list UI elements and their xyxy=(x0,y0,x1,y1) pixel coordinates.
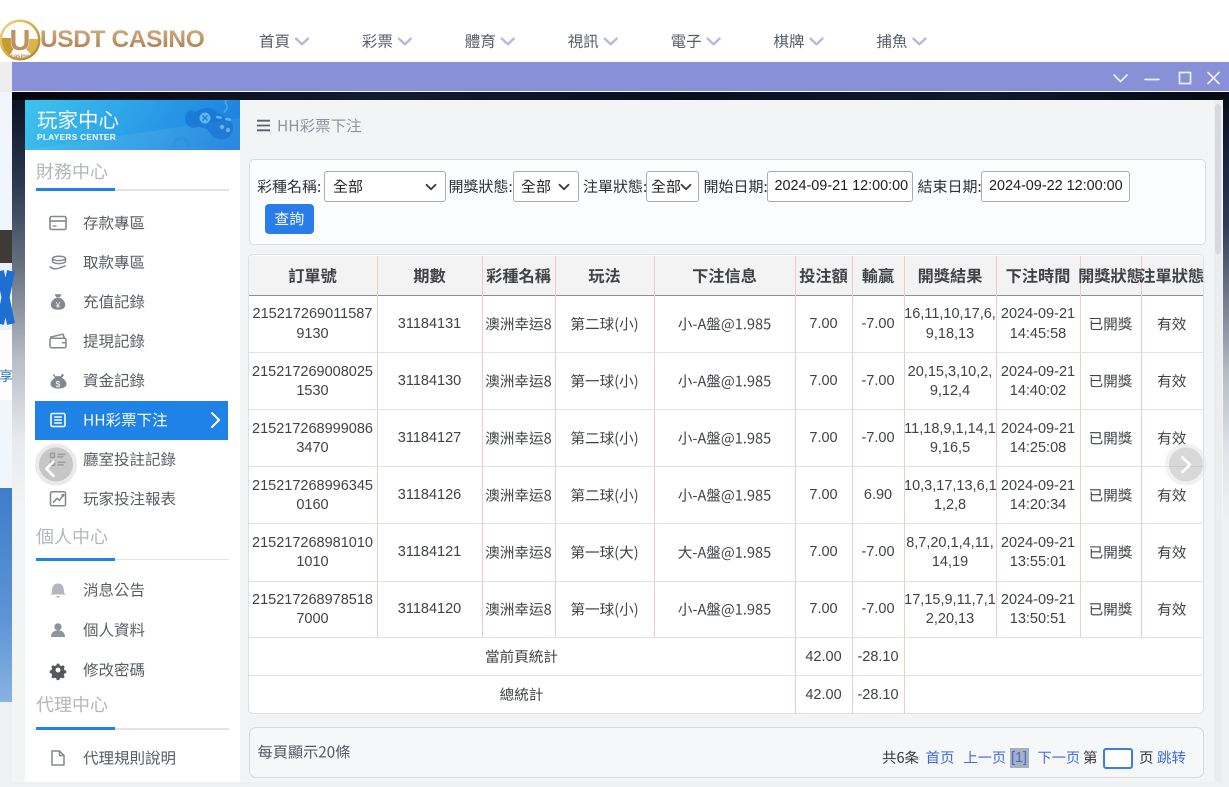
svg-text:$: $ xyxy=(56,379,61,389)
svg-text:¥: ¥ xyxy=(55,301,61,310)
svg-text:U: U xyxy=(10,25,31,57)
svg-text:casino: casino xyxy=(10,54,29,60)
